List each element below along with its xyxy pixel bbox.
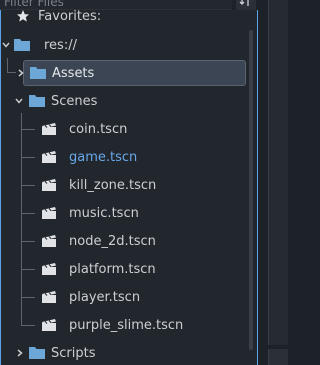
- tree-guide-line: [7, 58, 8, 73]
- tree-item-label: Scenes: [51, 93, 98, 109]
- side-panel: [268, 0, 288, 345]
- folder-icon: [29, 95, 45, 107]
- tree-item-label: platform.tscn: [69, 261, 156, 277]
- tree-item-label: kill_zone.tscn: [69, 177, 157, 193]
- tree-item-label: Scripts: [51, 345, 96, 361]
- folder-icon: [29, 347, 45, 359]
- vertical-scrollbar[interactable]: [249, 30, 253, 350]
- side-panel-footer: [268, 349, 288, 365]
- tree-item-file[interactable]: player.tscn: [0, 285, 240, 309]
- tree-item-label: purple_slime.tscn: [69, 317, 184, 333]
- sort-button[interactable]: [236, 0, 256, 10]
- scene-file-icon: [42, 291, 56, 303]
- favorites-label: Favorites:: [38, 8, 102, 24]
- scene-file-icon: [42, 207, 56, 219]
- tree-item-assets[interactable]: Assets: [18, 60, 246, 86]
- scene-file-icon: [42, 319, 56, 331]
- tree-item-res[interactable]: res://: [0, 33, 240, 57]
- tree-item-label: music.tscn: [69, 205, 139, 221]
- tree-item-label: player.tscn: [69, 289, 141, 305]
- scene-file-icon: [42, 179, 56, 191]
- tree-item-file[interactable]: purple_slime.tscn: [0, 313, 240, 337]
- tree-item-file[interactable]: game.tscn: [0, 145, 240, 169]
- scene-file-icon: [42, 235, 56, 247]
- scene-file-icon: [42, 123, 56, 135]
- tree-item-file[interactable]: coin.tscn: [0, 117, 240, 141]
- tree-item-label: res://: [44, 37, 77, 53]
- favorites-row[interactable]: Favorites:: [16, 4, 101, 28]
- chevron-down-icon[interactable]: [14, 96, 24, 106]
- sort-icon: [239, 0, 249, 6]
- star-icon: [17, 10, 29, 22]
- tree-item-file[interactable]: node_2d.tscn: [0, 229, 240, 253]
- chevron-down-icon[interactable]: [1, 40, 11, 50]
- tree-item-label: coin.tscn: [69, 121, 128, 137]
- tree-item-label: game.tscn: [69, 149, 138, 165]
- tree-item-label: node_2d.tscn: [69, 233, 156, 249]
- folder-icon: [14, 39, 30, 51]
- tree-item-file[interactable]: music.tscn: [0, 201, 240, 225]
- tree-item-label: Assets: [52, 65, 95, 81]
- tree-item-scripts[interactable]: Scripts: [0, 341, 240, 365]
- folder-icon: [30, 67, 46, 79]
- chevron-right-icon[interactable]: [16, 68, 26, 78]
- tree-item-file[interactable]: kill_zone.tscn: [0, 173, 240, 197]
- tree-guide-line: [7, 72, 16, 73]
- tree-item-file[interactable]: platform.tscn: [0, 257, 240, 281]
- chevron-right-icon[interactable]: [15, 348, 25, 358]
- tree-item-scenes[interactable]: Scenes: [0, 89, 240, 113]
- scene-file-icon: [42, 263, 56, 275]
- scene-file-icon: [42, 151, 56, 163]
